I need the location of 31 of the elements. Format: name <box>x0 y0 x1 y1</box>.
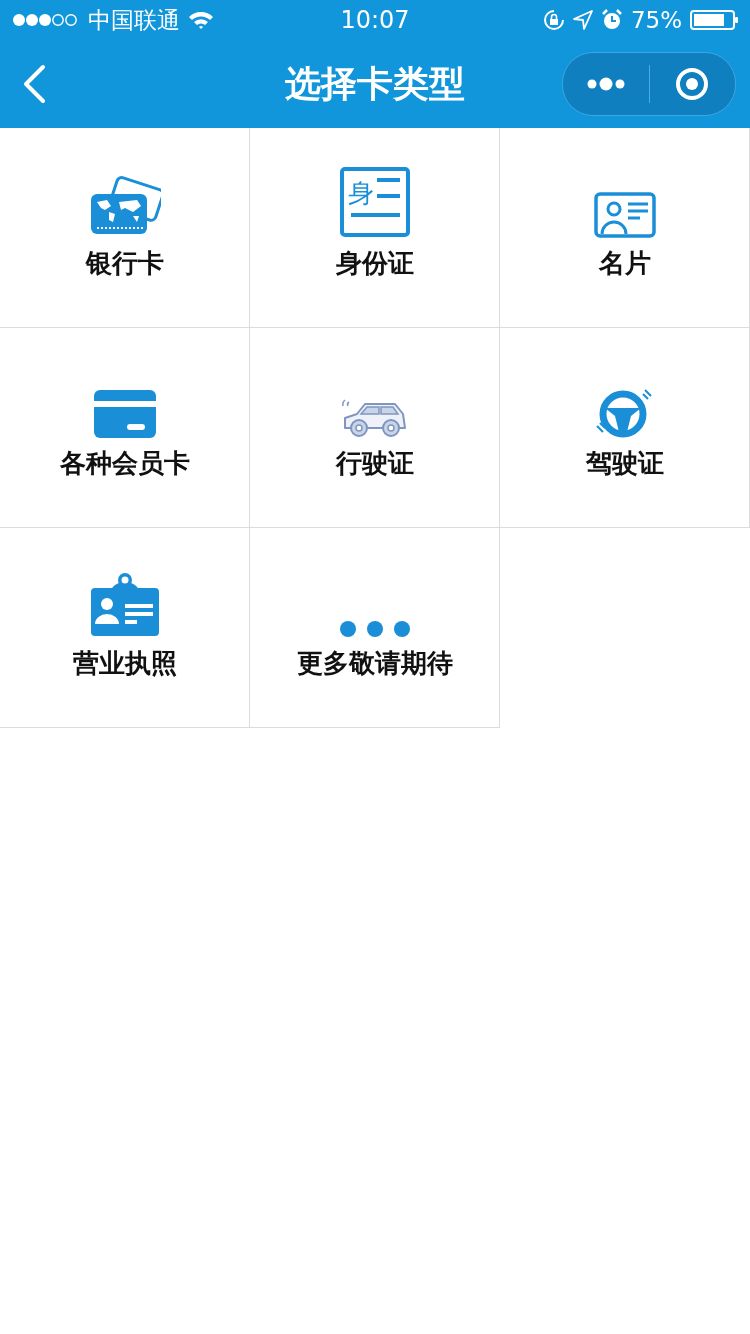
alarm-icon <box>600 9 623 31</box>
card-type-label: 更多敬请期待 <box>296 647 453 680</box>
more-icon <box>585 77 626 91</box>
back-icon <box>22 64 46 104</box>
wifi-icon <box>188 10 214 30</box>
more-icon <box>338 620 411 638</box>
card-type-label: 银行卡 <box>85 247 164 280</box>
card-type-label: 驾驶证 <box>585 447 664 480</box>
clock-time: 10:07 <box>340 6 410 34</box>
carrier-name: 中国联通 <box>88 5 180 35</box>
card-type-label: 身份证 <box>335 247 414 280</box>
card-type-label: 营业执照 <box>72 647 177 680</box>
card-type-item[interactable]: 名片 <box>499 128 750 328</box>
name-card-icon <box>593 192 656 238</box>
rotation-lock-icon <box>542 9 565 31</box>
battery-icon <box>690 9 740 31</box>
card-type-label: 行驶证 <box>335 447 414 480</box>
card-type-label: 各种会员卡 <box>59 447 190 480</box>
credit-card-icon <box>93 390 156 438</box>
target-icon <box>675 67 710 101</box>
page-title: 选择卡类型 <box>285 61 465 106</box>
location-icon <box>572 10 593 30</box>
badge-card-icon <box>88 572 161 638</box>
card-type-item[interactable]: 更多敬请期待 <box>249 528 500 728</box>
id-card-icon: 身 <box>338 166 411 238</box>
signal-icon <box>12 13 80 27</box>
car-icon <box>340 398 409 438</box>
battery-percent: 75% <box>630 7 682 33</box>
card-type-label: 名片 <box>598 247 651 280</box>
back-button[interactable] <box>22 64 46 104</box>
card-type-item[interactable]: 驾驶证 <box>499 328 750 528</box>
